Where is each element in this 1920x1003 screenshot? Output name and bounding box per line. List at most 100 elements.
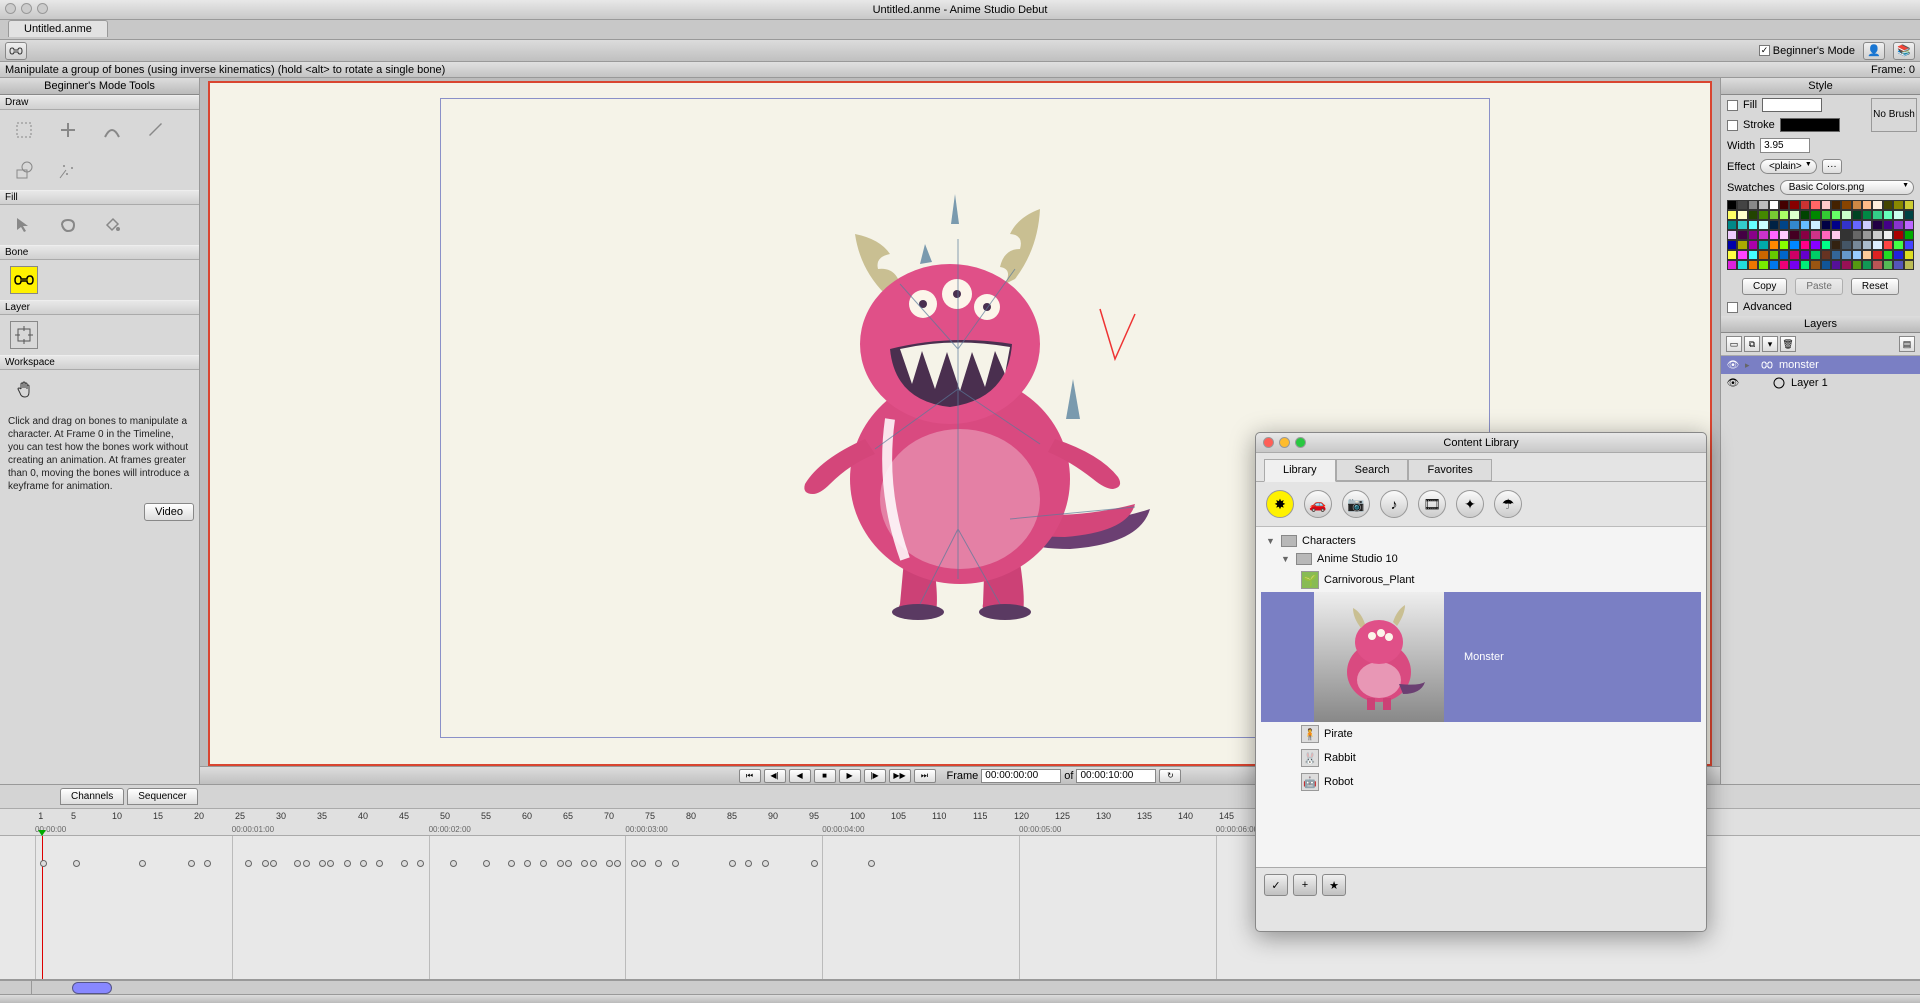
transform-layer-icon[interactable] [10,321,38,349]
keyframe[interactable] [508,860,515,867]
palette-swatch[interactable] [1789,200,1799,210]
curve-tool-icon[interactable] [98,116,126,144]
palette-swatch[interactable] [1758,240,1768,250]
playhead[interactable] [42,836,43,979]
zoom-window-icon[interactable] [37,3,48,14]
palette-swatch[interactable] [1862,200,1872,210]
palette-swatch[interactable] [1852,220,1862,230]
palette-swatch[interactable] [1872,210,1882,220]
advanced-checkbox[interactable] [1727,302,1738,313]
tree-folder-animestudio10[interactable]: ▼Anime Studio 10 [1261,550,1701,568]
layer-down-button[interactable]: ▾ [1762,336,1778,352]
close-window-icon[interactable] [1263,437,1274,448]
play-button[interactable]: ▶ [839,769,861,783]
stop-button[interactable]: ■ [814,769,836,783]
palette-swatch[interactable] [1810,240,1820,250]
layer-item[interactable]: 👁▸monster [1721,356,1920,374]
keyframe[interactable] [581,860,588,867]
monster-character[interactable] [740,149,1180,649]
palette-swatch[interactable] [1789,250,1799,260]
palette-swatch[interactable] [1748,220,1758,230]
keyframe[interactable] [565,860,572,867]
palette-swatch[interactable] [1852,240,1862,250]
palette-swatch[interactable] [1831,250,1841,260]
current-time-input[interactable] [981,769,1061,783]
palette-swatch[interactable] [1758,220,1768,230]
palette-swatch[interactable] [1748,230,1758,240]
palette-swatch[interactable] [1841,230,1851,240]
minimize-window-icon[interactable] [1279,437,1290,448]
keyframe[interactable] [811,860,818,867]
tree-item-robot[interactable]: 🤖Robot [1261,770,1701,794]
keyframe[interactable] [672,860,679,867]
color-palette[interactable] [1721,198,1920,272]
timeline-scrollbar[interactable] [0,980,1920,994]
palette-swatch[interactable] [1862,260,1872,270]
category-vehicles-icon[interactable]: 🚗 [1304,490,1332,518]
palette-swatch[interactable] [1758,210,1768,220]
palette-swatch[interactable] [1789,230,1799,240]
effect-settings-button[interactable]: ··· [1822,159,1842,174]
keyframe[interactable] [614,860,621,867]
layer-item[interactable]: 👁Layer 1 [1721,374,1920,392]
palette-swatch[interactable] [1810,210,1820,220]
keyframe[interactable] [327,860,334,867]
delete-layer-button[interactable]: 🗑 [1780,336,1796,352]
visibility-icon[interactable]: 👁 [1726,358,1740,372]
palette-swatch[interactable] [1779,250,1789,260]
palette-swatch[interactable] [1748,250,1758,260]
keyframe[interactable] [73,860,80,867]
tree-folder-characters[interactable]: ▼Characters [1261,532,1701,550]
palette-swatch[interactable] [1727,250,1737,260]
palette-swatch[interactable] [1904,220,1914,230]
tab-favorites[interactable]: Favorites [1408,459,1491,481]
palette-swatch[interactable] [1893,230,1903,240]
select-tool-icon[interactable] [10,116,38,144]
palette-swatch[interactable] [1769,240,1779,250]
keyframe[interactable] [483,860,490,867]
palette-swatch[interactable] [1758,260,1768,270]
fill-color-swatch[interactable] [1762,98,1822,112]
tab-sequencer[interactable]: Sequencer [127,788,197,805]
palette-swatch[interactable] [1748,240,1758,250]
palette-swatch[interactable] [1748,260,1758,270]
palette-swatch[interactable] [1904,200,1914,210]
shape-tool-icon[interactable] [10,156,38,184]
keyframe[interactable] [639,860,646,867]
palette-swatch[interactable] [1893,220,1903,230]
category-camera-icon[interactable]: 📷 [1342,490,1370,518]
palette-swatch[interactable] [1883,220,1893,230]
palette-swatch[interactable] [1737,210,1747,220]
paint-bucket-icon[interactable] [98,211,126,239]
select-shape-icon[interactable] [10,211,38,239]
total-time-input[interactable] [1076,769,1156,783]
keyframe[interactable] [188,860,195,867]
keyframe[interactable] [40,860,47,867]
goto-end-button[interactable]: ⏭ [914,769,936,783]
palette-swatch[interactable] [1852,210,1862,220]
palette-swatch[interactable] [1727,240,1737,250]
keyframe[interactable] [655,860,662,867]
palette-swatch[interactable] [1883,210,1893,220]
keyframe[interactable] [294,860,301,867]
freehand-tool-icon[interactable] [142,116,170,144]
reset-button[interactable]: Reset [1851,278,1899,295]
palette-swatch[interactable] [1831,230,1841,240]
palette-swatch[interactable] [1821,200,1831,210]
rewind-start-button[interactable]: ⏮ [739,769,761,783]
palette-swatch[interactable] [1904,240,1914,250]
swatches-dropdown[interactable]: Basic Colors.png [1780,180,1914,195]
palette-swatch[interactable] [1779,220,1789,230]
tree-item-pirate[interactable]: 🧍Pirate [1261,722,1701,746]
palette-swatch[interactable] [1737,260,1747,270]
keyframe[interactable] [762,860,769,867]
palette-swatch[interactable] [1841,260,1851,270]
palette-swatch[interactable] [1727,220,1737,230]
new-layer-button[interactable]: ▭ [1726,336,1742,352]
palette-swatch[interactable] [1841,200,1851,210]
palette-swatch[interactable] [1800,220,1810,230]
palette-swatch[interactable] [1769,200,1779,210]
palette-swatch[interactable] [1831,220,1841,230]
keyframe[interactable] [303,860,310,867]
effect-dropdown[interactable]: <plain> [1760,159,1817,174]
